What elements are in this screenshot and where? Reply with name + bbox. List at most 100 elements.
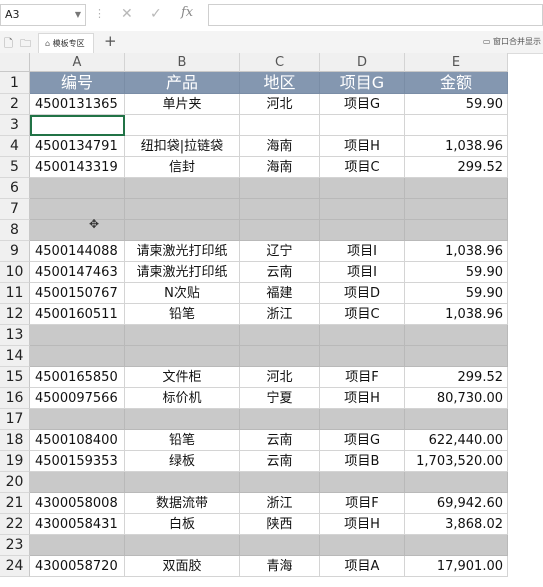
window-merge-button[interactable]: ▭ 窗口合并显示 xyxy=(483,36,541,47)
row-header[interactable]: 23 xyxy=(0,535,30,556)
table-cell[interactable] xyxy=(240,535,320,556)
column-header-c[interactable]: C xyxy=(240,53,320,72)
row-header[interactable]: 12 xyxy=(0,304,30,325)
table-cell[interactable] xyxy=(30,535,125,556)
table-cell[interactable]: 80,730.00 xyxy=(405,388,508,409)
table-cell[interactable] xyxy=(125,346,240,367)
table-cell[interactable] xyxy=(405,199,508,220)
table-cell[interactable]: 59.90 xyxy=(405,262,508,283)
row-header[interactable]: 8 xyxy=(0,220,30,241)
header-cell[interactable]: 地区 xyxy=(240,72,320,94)
table-cell[interactable]: 59.90 xyxy=(405,283,508,304)
table-cell[interactable]: 项目D xyxy=(320,283,405,304)
table-cell[interactable] xyxy=(240,220,320,241)
table-cell[interactable]: 299.52 xyxy=(405,157,508,178)
table-cell[interactable] xyxy=(320,535,405,556)
row-header[interactable]: 14 xyxy=(0,346,30,367)
table-cell[interactable] xyxy=(30,346,125,367)
row-header[interactable]: 18 xyxy=(0,430,30,451)
table-cell[interactable]: 单片夹 xyxy=(125,94,240,115)
table-cell[interactable]: N次贴 xyxy=(125,283,240,304)
row-header[interactable]: 6 xyxy=(0,178,30,199)
table-cell[interactable] xyxy=(30,409,125,430)
table-cell[interactable]: 铅笔 xyxy=(125,430,240,451)
table-cell[interactable] xyxy=(240,325,320,346)
table-cell[interactable] xyxy=(240,472,320,493)
table-cell[interactable]: 项目G xyxy=(320,94,405,115)
function-icon[interactable]: fx xyxy=(181,5,193,20)
row-header[interactable]: 11 xyxy=(0,283,30,304)
table-cell[interactable]: 陕西 xyxy=(240,514,320,535)
formula-input[interactable] xyxy=(208,4,543,26)
confirm-icon[interactable]: ✓ xyxy=(150,6,162,22)
table-cell[interactable]: 1,038.96 xyxy=(405,136,508,157)
table-cell[interactable]: 4300058008 xyxy=(30,493,125,514)
table-cell[interactable]: 青海 xyxy=(240,556,320,577)
table-cell[interactable]: 请柬激光打印纸 xyxy=(125,262,240,283)
row-header[interactable]: 7 xyxy=(0,199,30,220)
table-cell[interactable] xyxy=(125,178,240,199)
column-header-e[interactable]: E xyxy=(405,53,508,72)
table-cell[interactable] xyxy=(125,199,240,220)
table-cell[interactable]: 双面胶 xyxy=(125,556,240,577)
table-cell[interactable] xyxy=(405,535,508,556)
table-cell[interactable]: 海南 xyxy=(240,157,320,178)
table-cell[interactable]: 17,901.00 xyxy=(405,556,508,577)
table-cell[interactable]: 绿板 xyxy=(125,451,240,472)
row-header[interactable]: 9 xyxy=(0,241,30,262)
table-cell[interactable] xyxy=(240,199,320,220)
table-cell[interactable]: 4300058720 xyxy=(30,556,125,577)
table-cell[interactable] xyxy=(240,178,320,199)
table-cell[interactable]: 项目A xyxy=(320,556,405,577)
folder-icon[interactable]: 🗀 xyxy=(20,35,31,54)
column-header-a[interactable]: A xyxy=(30,53,125,72)
table-cell[interactable]: 云南 xyxy=(240,262,320,283)
header-cell[interactable]: 产品 xyxy=(125,72,240,94)
table-cell[interactable] xyxy=(240,346,320,367)
table-cell[interactable] xyxy=(320,346,405,367)
table-cell[interactable] xyxy=(125,535,240,556)
table-cell[interactable] xyxy=(320,115,405,136)
table-cell[interactable]: 4500131365 xyxy=(30,94,125,115)
table-cell[interactable] xyxy=(320,178,405,199)
table-cell[interactable] xyxy=(240,409,320,430)
row-header[interactable]: 21 xyxy=(0,493,30,514)
table-cell[interactable]: 河北 xyxy=(240,94,320,115)
table-cell[interactable]: 299.52 xyxy=(405,367,508,388)
table-cell[interactable]: 4500160511 xyxy=(30,304,125,325)
table-cell[interactable] xyxy=(405,472,508,493)
table-cell[interactable] xyxy=(320,325,405,346)
table-cell[interactable]: 项目B xyxy=(320,451,405,472)
table-cell[interactable]: 文件柜 xyxy=(125,367,240,388)
new-doc-icon[interactable]: 🗋 xyxy=(4,35,13,54)
row-header[interactable]: 20 xyxy=(0,472,30,493)
column-header-b[interactable]: B xyxy=(125,53,240,72)
row-header[interactable]: 13 xyxy=(0,325,30,346)
table-cell[interactable] xyxy=(30,115,125,136)
table-cell[interactable]: 宁夏 xyxy=(240,388,320,409)
table-cell[interactable]: 4500165850 xyxy=(30,367,125,388)
table-cell[interactable]: 4500134791 xyxy=(30,136,125,157)
chevron-down-icon[interactable]: ▼ xyxy=(75,5,81,25)
table-cell[interactable] xyxy=(30,220,125,241)
table-cell[interactable]: 数据流带 xyxy=(125,493,240,514)
name-box[interactable]: A3 ▼ xyxy=(0,4,86,26)
table-cell[interactable]: 请柬激光打印纸 xyxy=(125,241,240,262)
row-header[interactable]: 1 xyxy=(0,72,30,94)
header-cell[interactable]: 编号 xyxy=(30,72,125,94)
table-cell[interactable] xyxy=(405,220,508,241)
table-cell[interactable] xyxy=(125,220,240,241)
table-cell[interactable]: 项目C xyxy=(320,157,405,178)
table-cell[interactable] xyxy=(125,409,240,430)
table-cell[interactable]: 铅笔 xyxy=(125,304,240,325)
table-cell[interactable]: 项目G xyxy=(320,430,405,451)
table-cell[interactable]: 标价机 xyxy=(125,388,240,409)
table-cell[interactable]: 信封 xyxy=(125,157,240,178)
table-cell[interactable]: 项目H xyxy=(320,514,405,535)
table-cell[interactable]: 纽扣袋|拉链袋 xyxy=(125,136,240,157)
table-cell[interactable]: 59.90 xyxy=(405,94,508,115)
header-cell[interactable]: 项目G xyxy=(320,72,405,94)
table-cell[interactable] xyxy=(30,472,125,493)
table-cell[interactable]: 1,038.96 xyxy=(405,241,508,262)
table-cell[interactable]: 项目H xyxy=(320,136,405,157)
